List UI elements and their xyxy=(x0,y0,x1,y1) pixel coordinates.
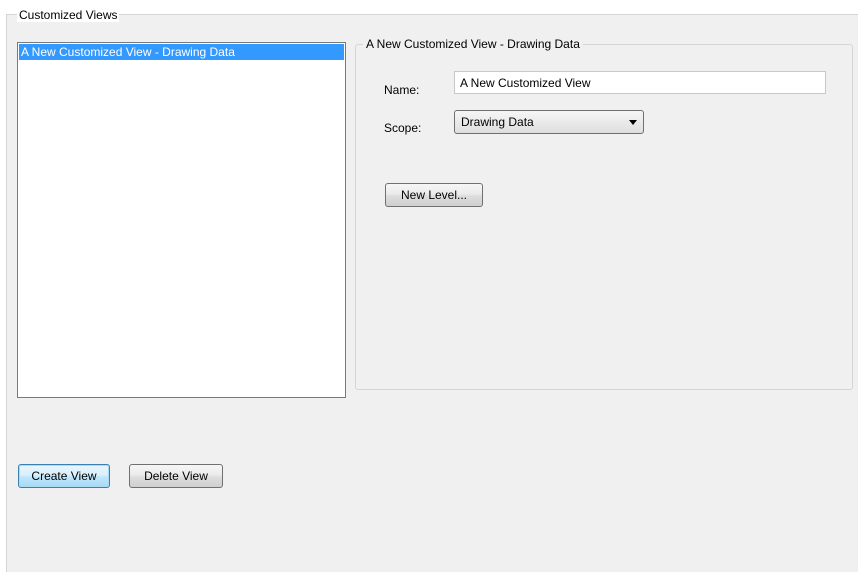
scope-label: Scope: xyxy=(384,121,422,135)
scope-selected-value: Drawing Data xyxy=(461,115,534,129)
customized-views-group-title: Customized Views xyxy=(17,8,120,22)
view-details-group xyxy=(355,44,853,390)
create-view-button[interactable]: Create View xyxy=(18,464,110,488)
delete-view-button[interactable]: Delete View xyxy=(129,464,223,488)
list-item[interactable]: A New Customized View - Drawing Data xyxy=(19,44,344,60)
name-input[interactable] xyxy=(454,71,826,94)
views-listbox[interactable]: A New Customized View - Drawing Data xyxy=(17,42,346,398)
name-label: Name: xyxy=(384,83,420,97)
new-level-button[interactable]: New Level... xyxy=(385,183,483,207)
scope-dropdown[interactable]: Drawing Data xyxy=(454,110,644,134)
view-details-title: A New Customized View - Drawing Data xyxy=(363,37,583,51)
dropdown-arrow-icon xyxy=(629,120,637,125)
